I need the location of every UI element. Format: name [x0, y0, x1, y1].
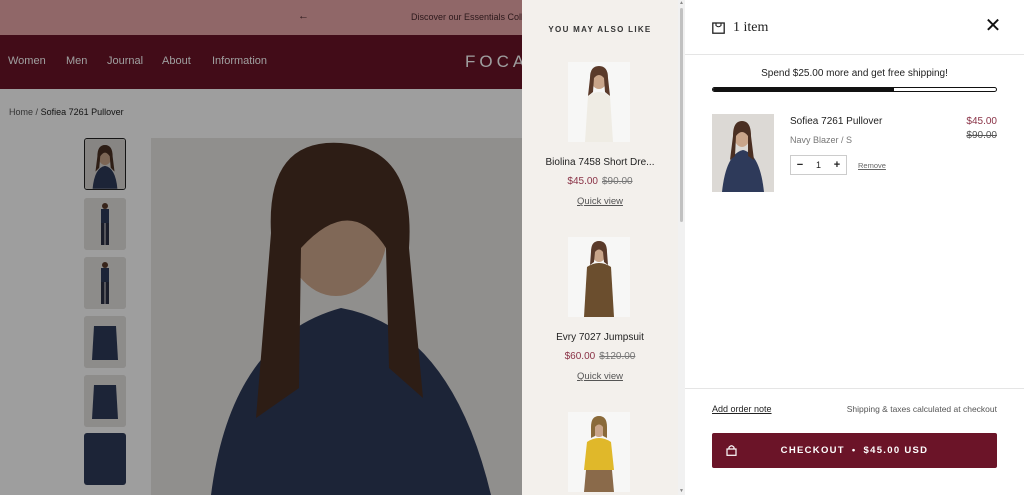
recommendation-compare-price: $90.00	[602, 176, 633, 187]
recommendation-name[interactable]: Biolina 7458 Short Dre...	[522, 157, 678, 168]
close-icon[interactable]: ✕	[981, 14, 1005, 38]
quick-view-link[interactable]: Quick view	[522, 371, 678, 382]
recommendation-name[interactable]: Evry 7027 Jumpsuit	[522, 332, 678, 343]
cart-item-count: 1 item	[733, 20, 769, 35]
lock-icon	[726, 445, 737, 456]
quantity-stepper: − 1 +	[790, 155, 847, 175]
recommendation-prices: $60.00 $120.00	[522, 351, 678, 362]
checkout-label: CHECKOUT	[780, 445, 845, 456]
cart-item-variant: Navy Blazer / S	[790, 135, 853, 145]
cart-drawer: 1 item ✕ Spend $25.00 more and get free …	[685, 0, 1024, 495]
quantity-value[interactable]: 1	[810, 160, 828, 170]
tax-note: Shipping & taxes calculated at checkout	[846, 404, 997, 414]
recommendation-image[interactable]	[568, 237, 630, 317]
shopping-bag-icon	[712, 22, 725, 34]
recommendation-image[interactable]	[568, 412, 630, 492]
quick-view-link[interactable]: Quick view	[522, 196, 678, 207]
recommendations-panel: YOU MAY ALSO LIKE Biolina 7458 Short Dre…	[522, 0, 678, 495]
cart-item-image[interactable]	[712, 114, 774, 192]
free-shipping-message: Spend $25.00 more and get free shipping!	[761, 68, 948, 79]
quick-view-label[interactable]: Quick view	[577, 196, 623, 207]
recommendations-heading: YOU MAY ALSO LIKE	[548, 25, 652, 34]
recommendation-image[interactable]	[568, 62, 630, 142]
scrollbar-thumb[interactable]	[680, 8, 683, 222]
scroll-up-icon[interactable]: ▲	[679, 0, 684, 6]
checkout-button[interactable]: CHECKOUT • $45.00 USD	[712, 433, 997, 468]
recommendation-compare-price: $120.00	[599, 351, 636, 362]
scroll-down-icon[interactable]: ▼	[679, 488, 684, 494]
free-shipping-progress-fill	[713, 88, 895, 91]
remove-item-link[interactable]: Remove	[858, 161, 886, 170]
add-order-note-link[interactable]: Add order note	[712, 404, 772, 414]
cart-item-title[interactable]: Sofiea 7261 Pullover	[790, 116, 882, 127]
page-dim-overlay[interactable]	[0, 0, 522, 495]
checkout-separator: •	[851, 445, 857, 456]
quick-view-label[interactable]: Quick view	[577, 371, 623, 382]
recommendation-price: $60.00	[564, 351, 596, 362]
cart-item-price: $45.00	[966, 116, 997, 127]
recommendation-prices: $45.00 $90.00	[522, 176, 678, 187]
cart-header: 1 item ✕	[685, 0, 1024, 55]
free-shipping-progress	[712, 87, 997, 92]
cart-item-compare-price: $90.00	[966, 130, 997, 141]
page: ← Discover our Essentials Colle Women Me…	[0, 0, 1024, 495]
quantity-increase-button[interactable]: +	[828, 159, 846, 171]
recommendations-scrollbar[interactable]: ▲ ▼	[678, 0, 685, 495]
recommendation-price: $45.00	[567, 176, 598, 187]
cart-footer-divider	[685, 388, 1024, 389]
quantity-decrease-button[interactable]: −	[791, 159, 809, 171]
checkout-total: $45.00 USD	[863, 445, 929, 456]
